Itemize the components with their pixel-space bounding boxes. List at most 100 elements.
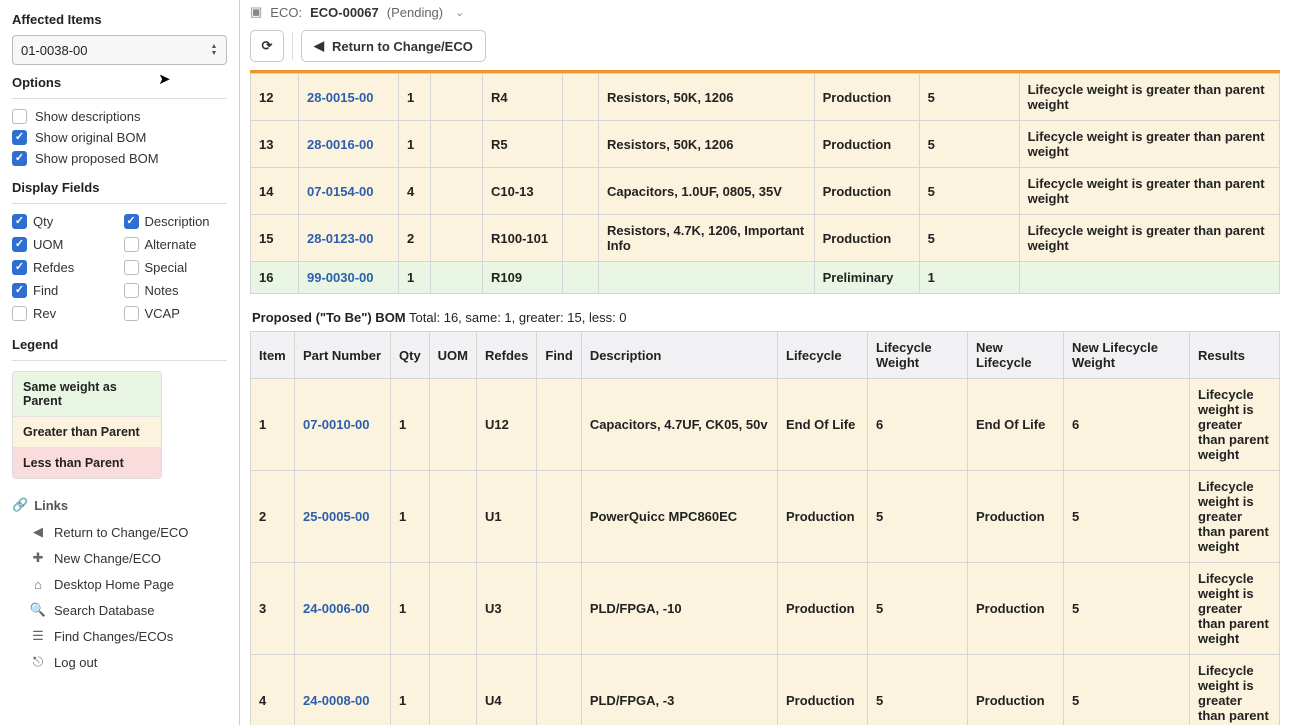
- link-label-2: Desktop Home Page: [54, 577, 174, 592]
- new-icon: ✚: [30, 550, 46, 566]
- col-header: Lifecycle Weight: [868, 332, 968, 379]
- header: ▣ ECO: ECO-00067 (Pending) ⌄: [240, 0, 1290, 26]
- field-label-3: Alternate: [145, 237, 197, 252]
- option-label-0: Show descriptions: [35, 109, 141, 124]
- legend-same: Same weight as Parent: [13, 372, 161, 417]
- option-checkbox-1[interactable]: [12, 130, 27, 145]
- table-row: 1 07-0010-00 1 U12 Capacitors, 4.7UF, CK…: [251, 379, 1280, 471]
- content-area: 12 28-0015-00 1 R4 Resistors, 50K, 1206 …: [240, 70, 1290, 725]
- option-checkbox-0[interactable]: [12, 109, 27, 124]
- option-label-1: Show original BOM: [35, 130, 146, 145]
- table-row: 4 24-0008-00 1 U4 PLD/FPGA, -3 Productio…: [251, 655, 1280, 725]
- col-header: UOM: [429, 332, 476, 379]
- field-label-2: UOM: [33, 237, 63, 252]
- table-row: 3 24-0006-00 1 U3 PLD/FPGA, -10 Producti…: [251, 563, 1280, 655]
- proposed-bom-table: ItemPart NumberQtyUOMRefdesFindDescripti…: [250, 331, 1280, 725]
- field-checkbox-1[interactable]: [124, 214, 139, 229]
- link-3[interactable]: 🔍 Search Database: [12, 597, 227, 623]
- table-row: 15 28-0123-00 2 R100-101 Resistors, 4.7K…: [251, 215, 1280, 262]
- refresh-icon: ⟳: [262, 38, 273, 54]
- link-0[interactable]: ◀ Return to Change/ECO: [12, 519, 227, 545]
- original-bom-table: 12 28-0015-00 1 R4 Resistors, 50K, 1206 …: [250, 73, 1280, 294]
- table-row: 14 07-0154-00 4 C10-13 Capacitors, 1.0UF…: [251, 168, 1280, 215]
- find-icon: ☰: [30, 628, 46, 644]
- part-link[interactable]: 25-0005-00: [303, 509, 370, 524]
- field-checkbox-2[interactable]: [12, 237, 27, 252]
- field-checkbox-3[interactable]: [124, 237, 139, 252]
- back-icon: ◀: [30, 524, 46, 540]
- col-header: Part Number: [295, 332, 391, 379]
- field-checkbox-8[interactable]: [12, 306, 27, 321]
- field-label-0: Qty: [33, 214, 53, 229]
- col-header: Results: [1190, 332, 1280, 379]
- part-link[interactable]: 24-0008-00: [303, 693, 370, 708]
- part-link[interactable]: 07-0010-00: [303, 417, 370, 432]
- links-title: 🔗 Links: [12, 497, 227, 513]
- legend-less: Less than Parent: [13, 448, 161, 478]
- back-arrow-icon: ◀: [314, 38, 324, 54]
- options-title: Options: [12, 75, 227, 90]
- eco-status: (Pending): [387, 5, 443, 20]
- field-checkbox-9[interactable]: [124, 306, 139, 321]
- eco-label: ECO:: [270, 5, 302, 20]
- link-4[interactable]: ☰ Find Changes/ECOs: [12, 623, 227, 649]
- legend-box: Same weight as Parent Greater than Paren…: [12, 371, 162, 479]
- part-link[interactable]: 24-0006-00: [303, 601, 370, 616]
- logout-icon: ⎋: [30, 654, 46, 670]
- link-2[interactable]: ⌂ Desktop Home Page: [12, 571, 227, 597]
- link-1[interactable]: ✚ New Change/ECO: [12, 545, 227, 571]
- proposed-label: Proposed ("To Be") BOM: [252, 310, 406, 325]
- part-link[interactable]: 28-0016-00: [307, 137, 374, 152]
- option-checkbox-2[interactable]: [12, 151, 27, 166]
- select-arrows-icon: ▲▼: [206, 36, 222, 64]
- main: ▣ ECO: ECO-00067 (Pending) ⌄ ⟳ ◀ Return …: [240, 0, 1290, 725]
- chevron-down-icon[interactable]: ⌄: [455, 6, 464, 19]
- part-link[interactable]: 28-0015-00: [307, 90, 374, 105]
- col-header: Qty: [391, 332, 430, 379]
- toolbar: ⟳ ◀ Return to Change/ECO: [240, 26, 1290, 70]
- field-label-8: Rev: [33, 306, 56, 321]
- proposed-summary: Proposed ("To Be") BOM Total: 16, same: …: [252, 310, 1278, 325]
- toolbar-divider: [292, 32, 293, 60]
- field-checkbox-4[interactable]: [12, 260, 27, 275]
- col-header: Refdes: [477, 332, 537, 379]
- part-link[interactable]: 99-0030-00: [307, 270, 374, 285]
- affected-items-value: 01-0038-00: [21, 43, 88, 58]
- affected-items-select[interactable]: 01-0038-00 ▲▼: [12, 35, 227, 65]
- col-header: Item: [251, 332, 295, 379]
- col-header: Description: [581, 332, 777, 379]
- col-header: New Lifecycle Weight: [1064, 332, 1190, 379]
- col-header: Lifecycle: [778, 332, 868, 379]
- field-checkbox-6[interactable]: [12, 283, 27, 298]
- field-label-7: Notes: [145, 283, 179, 298]
- link-icon: 🔗: [12, 497, 28, 513]
- part-link[interactable]: 07-0154-00: [307, 184, 374, 199]
- return-button[interactable]: ◀ Return to Change/ECO: [301, 30, 486, 62]
- field-label-9: VCAP: [145, 306, 180, 321]
- sidebar: Affected Items 01-0038-00 ▲▼ ➤ Options S…: [0, 0, 240, 725]
- legend-greater: Greater than Parent: [13, 417, 161, 448]
- link-label-4: Find Changes/ECOs: [54, 629, 173, 644]
- field-label-5: Special: [145, 260, 188, 275]
- link-5[interactable]: ⎋ Log out: [12, 649, 227, 675]
- field-checkbox-0[interactable]: [12, 214, 27, 229]
- home-icon: ⌂: [30, 576, 46, 592]
- search-icon: 🔍: [30, 602, 46, 618]
- link-label-5: Log out: [54, 655, 97, 670]
- field-checkbox-7[interactable]: [124, 283, 139, 298]
- affected-items-title: Affected Items: [12, 12, 227, 27]
- display-fields-title: Display Fields: [12, 180, 227, 195]
- field-label-1: Description: [145, 214, 210, 229]
- table-row: 12 28-0015-00 1 R4 Resistors, 50K, 1206 …: [251, 74, 1280, 121]
- refresh-button[interactable]: ⟳: [250, 30, 284, 62]
- proposed-totals: Total: 16, same: 1, greater: 15, less: 0: [409, 310, 627, 325]
- link-label-3: Search Database: [54, 603, 154, 618]
- table-row: 13 28-0016-00 1 R5 Resistors, 50K, 1206 …: [251, 121, 1280, 168]
- table-row: 2 25-0005-00 1 U1 PowerQuicc MPC860EC Pr…: [251, 471, 1280, 563]
- field-checkbox-5[interactable]: [124, 260, 139, 275]
- link-label-0: Return to Change/ECO: [54, 525, 188, 540]
- return-button-label: Return to Change/ECO: [332, 39, 473, 54]
- link-label-1: New Change/ECO: [54, 551, 161, 566]
- part-link[interactable]: 28-0123-00: [307, 231, 374, 246]
- field-label-6: Find: [33, 283, 58, 298]
